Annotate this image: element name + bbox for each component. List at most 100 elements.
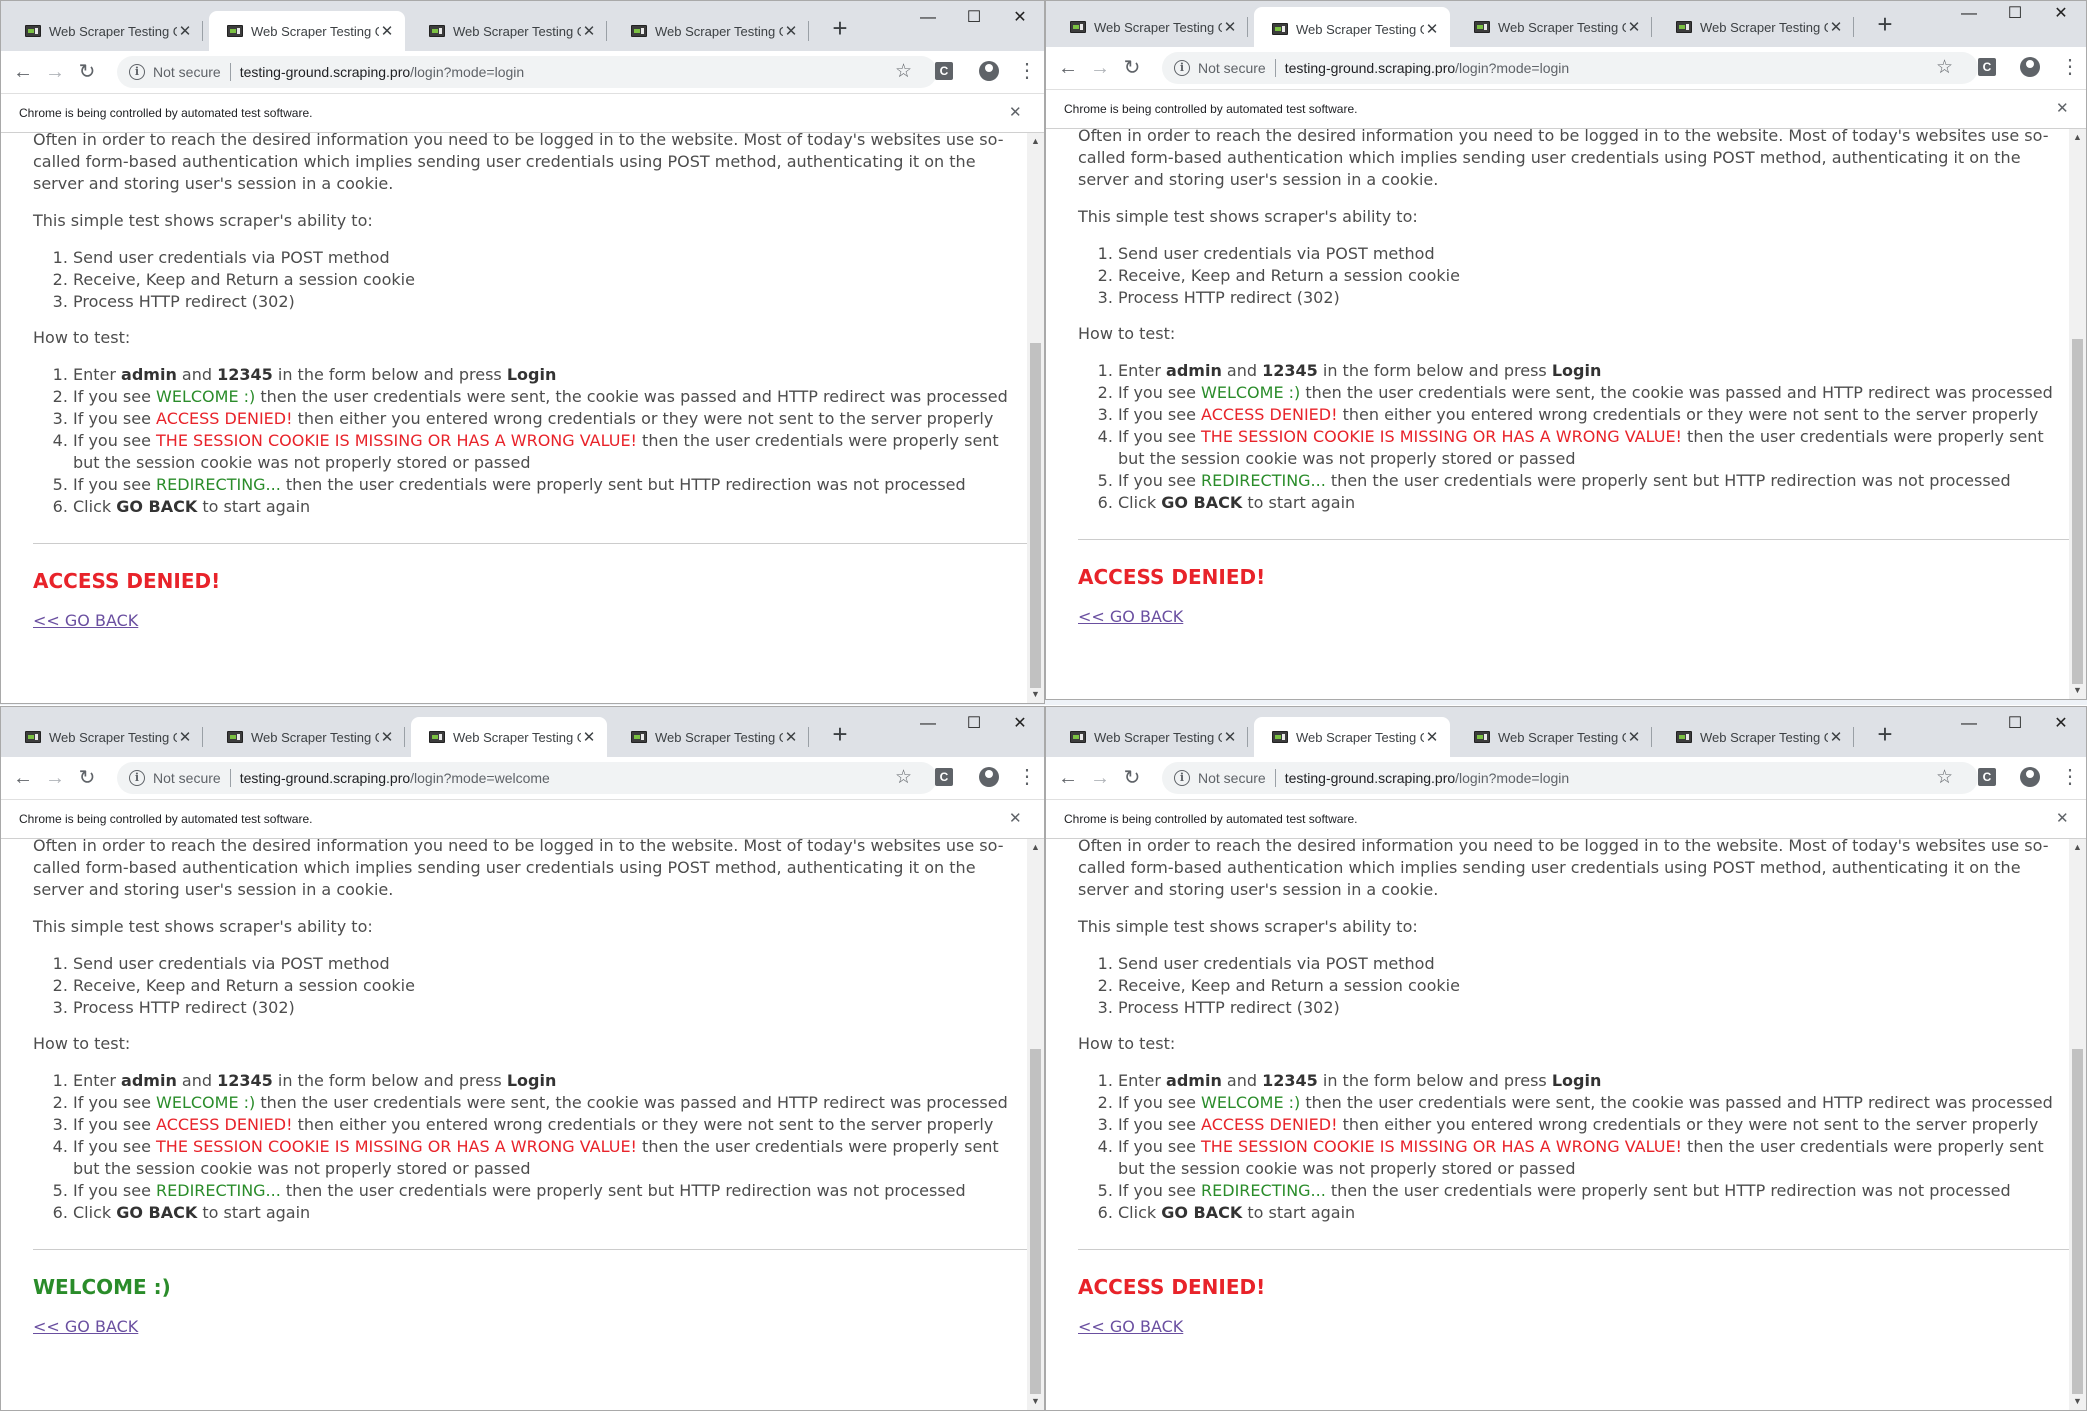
go-back-link[interactable]: << GO BACK xyxy=(1078,607,1183,626)
arrow-right-icon[interactable]: → xyxy=(39,56,71,88)
maximize-icon[interactable]: ☐ xyxy=(1992,1,2038,27)
tab-close-icon[interactable]: ✕ xyxy=(1828,18,1844,36)
go-back-link[interactable]: << GO BACK xyxy=(33,1317,138,1336)
maximize-icon[interactable]: ☐ xyxy=(1992,711,2038,737)
arrow-right-icon[interactable]: → xyxy=(1084,762,1116,794)
address-bar[interactable]: i Not secure testing-ground.scraping.pro… xyxy=(1162,52,1978,84)
go-back-link[interactable]: << GO BACK xyxy=(1078,1317,1183,1336)
vertical-scrollbar[interactable]: ▲ ▼ xyxy=(1027,839,1044,1410)
tab-close-icon[interactable]: ✕ xyxy=(581,22,597,40)
extension-icon[interactable]: C xyxy=(935,768,953,786)
reload-icon[interactable]: ↻ xyxy=(71,762,103,794)
browser-tab[interactable]: Web Scraper Testing Grou✕ xyxy=(613,11,809,51)
scroll-up-arrow-icon[interactable]: ▲ xyxy=(2069,839,2086,856)
infobar-close-icon[interactable]: ✕ xyxy=(2056,90,2069,128)
browser-tab[interactable]: Web Scraper Testing Grou✕ xyxy=(1658,717,1854,757)
tab-close-icon[interactable]: ✕ xyxy=(379,22,395,40)
extension-icon[interactable]: C xyxy=(1978,768,1996,786)
arrow-left-icon[interactable]: ← xyxy=(1052,762,1084,794)
scroll-down-arrow-icon[interactable]: ▼ xyxy=(2069,1393,2086,1410)
address-bar[interactable]: i Not secure testing-ground.scraping.pro… xyxy=(117,56,937,88)
browser-tab[interactable]: Web Scraper Testing Grou✕ xyxy=(613,717,809,757)
info-icon[interactable]: i xyxy=(1174,770,1190,786)
vertical-scrollbar[interactable]: ▲ ▼ xyxy=(1027,133,1044,703)
tab-close-icon[interactable]: ✕ xyxy=(1222,18,1238,36)
profile-icon[interactable] xyxy=(2020,767,2040,787)
window-close-icon[interactable]: ✕ xyxy=(997,5,1043,31)
arrow-right-icon[interactable]: → xyxy=(39,762,71,794)
infobar-close-icon[interactable]: ✕ xyxy=(1009,94,1022,132)
go-back-link[interactable]: << GO BACK xyxy=(33,611,138,630)
tab-close-icon[interactable]: ✕ xyxy=(783,728,799,746)
address-bar[interactable]: i Not secure testing-ground.scraping.pro… xyxy=(117,762,937,794)
maximize-icon[interactable]: ☐ xyxy=(951,5,997,31)
kebab-menu-icon[interactable]: ⋮ xyxy=(1017,57,1037,85)
browser-tab[interactable]: Web Scraper Testing Grou✕ xyxy=(411,11,607,51)
new-tab-plus-icon[interactable]: + xyxy=(1870,11,1900,37)
scrollbar-thumb[interactable] xyxy=(2072,1049,2083,1394)
maximize-icon[interactable]: ☐ xyxy=(951,711,997,737)
info-icon[interactable]: i xyxy=(129,64,145,80)
reload-icon[interactable]: ↻ xyxy=(1116,762,1148,794)
browser-tab[interactable]: Web Scraper Testing Grou✕ xyxy=(1658,7,1854,47)
kebab-menu-icon[interactable]: ⋮ xyxy=(2060,53,2080,81)
info-icon[interactable]: i xyxy=(129,770,145,786)
window-close-icon[interactable]: ✕ xyxy=(2038,1,2084,27)
profile-icon[interactable] xyxy=(979,61,999,81)
browser-tab[interactable]: Web Scraper Testing Grou✕ xyxy=(1456,7,1652,47)
arrow-right-icon[interactable]: → xyxy=(1084,52,1116,84)
new-tab-plus-icon[interactable]: + xyxy=(1870,721,1900,747)
scroll-up-arrow-icon[interactable]: ▲ xyxy=(2069,129,2086,146)
minimize-icon[interactable]: — xyxy=(905,5,951,31)
browser-tab[interactable]: Web Scraper Testing Grou✕ xyxy=(7,717,203,757)
scrollbar-thumb[interactable] xyxy=(1030,343,1041,688)
star-icon[interactable]: ☆ xyxy=(1936,764,1953,792)
browser-tab[interactable]: Web Scraper Testing Grou✕ xyxy=(209,717,405,757)
tab-close-icon[interactable]: ✕ xyxy=(1424,20,1440,38)
tab-close-icon[interactable]: ✕ xyxy=(1626,728,1642,746)
reload-icon[interactable]: ↻ xyxy=(71,56,103,88)
browser-tab[interactable]: Web Scraper Testing Grou✕ xyxy=(1456,717,1652,757)
vertical-scrollbar[interactable]: ▲ ▼ xyxy=(2069,839,2086,1410)
extension-icon[interactable]: C xyxy=(935,62,953,80)
scroll-up-arrow-icon[interactable]: ▲ xyxy=(1027,839,1044,856)
browser-tab[interactable]: Web Scraper Testing Grou✕ xyxy=(1052,717,1248,757)
browser-tab-active[interactable]: Web Scraper Testing Grou✕ xyxy=(209,11,405,51)
tab-close-icon[interactable]: ✕ xyxy=(1222,728,1238,746)
arrow-left-icon[interactable]: ← xyxy=(7,56,39,88)
star-icon[interactable]: ☆ xyxy=(895,58,912,86)
new-tab-plus-icon[interactable]: + xyxy=(825,721,855,747)
tab-close-icon[interactable]: ✕ xyxy=(1626,18,1642,36)
minimize-icon[interactable]: — xyxy=(905,711,951,737)
scrollbar-thumb[interactable] xyxy=(1030,1049,1041,1394)
scrollbar-thumb[interactable] xyxy=(2072,339,2083,684)
scroll-down-arrow-icon[interactable]: ▼ xyxy=(1027,1393,1044,1410)
star-icon[interactable]: ☆ xyxy=(1936,54,1953,82)
profile-icon[interactable] xyxy=(2020,57,2040,77)
new-tab-plus-icon[interactable]: + xyxy=(825,15,855,41)
scroll-down-arrow-icon[interactable]: ▼ xyxy=(2069,682,2086,699)
kebab-menu-icon[interactable]: ⋮ xyxy=(1017,763,1037,791)
browser-tab[interactable]: Web Scraper Testing Grou✕ xyxy=(7,11,203,51)
tab-close-icon[interactable]: ✕ xyxy=(177,22,193,40)
infobar-close-icon[interactable]: ✕ xyxy=(1009,800,1022,838)
browser-tab-active[interactable]: Web Scraper Testing Grou✕ xyxy=(1254,717,1450,757)
browser-tab-active[interactable]: Web Scraper Testing Grou✕ xyxy=(1254,7,1450,51)
tab-close-icon[interactable]: ✕ xyxy=(1424,728,1440,746)
info-icon[interactable]: i xyxy=(1174,60,1190,76)
browser-tab[interactable]: Web Scraper Testing Grou✕ xyxy=(1052,7,1248,47)
extension-icon[interactable]: C xyxy=(1978,58,1996,76)
tab-close-icon[interactable]: ✕ xyxy=(1828,728,1844,746)
infobar-close-icon[interactable]: ✕ xyxy=(2056,800,2069,838)
address-bar[interactable]: i Not secure testing-ground.scraping.pro… xyxy=(1162,762,1978,794)
tab-close-icon[interactable]: ✕ xyxy=(177,728,193,746)
window-close-icon[interactable]: ✕ xyxy=(2038,711,2084,737)
window-close-icon[interactable]: ✕ xyxy=(997,711,1043,737)
arrow-left-icon[interactable]: ← xyxy=(1052,52,1084,84)
browser-tab-active[interactable]: Web Scraper Testing Grou✕ xyxy=(411,717,607,757)
tab-close-icon[interactable]: ✕ xyxy=(379,728,395,746)
reload-icon[interactable]: ↻ xyxy=(1116,52,1148,84)
scroll-down-arrow-icon[interactable]: ▼ xyxy=(1027,686,1044,703)
tab-close-icon[interactable]: ✕ xyxy=(581,728,597,746)
minimize-icon[interactable]: — xyxy=(1946,1,1992,27)
